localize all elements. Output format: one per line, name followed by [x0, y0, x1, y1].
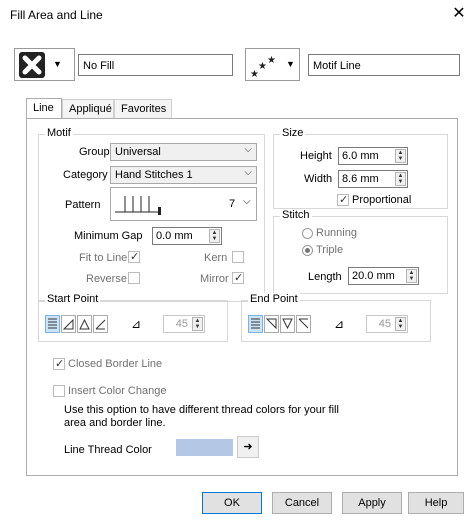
svg-text:★: ★ [258, 61, 267, 72]
start-align-left-icon[interactable] [45, 315, 60, 333]
category-value: Hand Stitches 1 [115, 169, 193, 181]
running-radio[interactable] [302, 228, 313, 239]
pattern-select[interactable]: 7 ⌵ [110, 187, 257, 221]
spin-buttons[interactable]: ▲ ▼ [395, 172, 406, 186]
length-label: Length [308, 271, 342, 283]
start-align-right-icon[interactable] [61, 315, 76, 333]
palette-icon[interactable]: ➜ [237, 436, 259, 458]
kern-label: Kern [204, 252, 228, 264]
apply-button[interactable]: Apply [342, 492, 402, 514]
min-gap-input[interactable]: 0.0 mm ▲ ▼ [152, 227, 222, 245]
spin-buttons[interactable]: ▲ ▼ [406, 269, 417, 283]
fill-name-field[interactable]: No Fill [78, 54, 233, 76]
size-group-label: Size [280, 127, 306, 139]
chevron-down-icon: ▼ [53, 59, 62, 69]
motif-group: Motif Group Universal ⌵ Category Hand St… [38, 127, 265, 302]
start-angle-value: 45 [175, 318, 188, 330]
closed-border-label: Closed Border Line [68, 358, 163, 370]
fill-area-line-dialog: Fill Area and Line ✕ ▼ No Fill ★ ★ ★ ▼ M… [0, 0, 473, 520]
proportional-label: Proportional [352, 194, 412, 206]
height-label: Height [300, 150, 332, 162]
start-align-slant-icon[interactable] [93, 315, 108, 333]
line-tab-panel: Motif Group Universal ⌵ Category Hand St… [26, 118, 458, 476]
title-bar: Fill Area and Line ✕ [0, 0, 473, 30]
thread-color-label: Line Thread Color [64, 444, 152, 456]
group-label: Group [79, 146, 110, 158]
chevron-down-icon: ⌵ [244, 167, 252, 178]
height-value: 6.0 mm [342, 150, 379, 162]
end-point-label: End Point [248, 293, 300, 305]
stitch-group-label: Stitch [280, 209, 312, 221]
hand-stitch-pattern-icon [115, 196, 161, 215]
start-point-group: Start Point ⊿ 45 ▲ ▼ [38, 293, 228, 342]
start-align-center-icon[interactable] [77, 315, 92, 333]
no-fill-icon [19, 52, 45, 78]
category-select[interactable]: Hand Stitches 1 ⌵ [110, 166, 257, 184]
width-value: 8.6 mm [342, 173, 379, 185]
size-group: Size Height 6.0 mm ▲▼ Width 8.6 mm ▲▼ Pr… [273, 127, 448, 209]
info-text: Use this option to have different thread… [64, 404, 339, 429]
length-value: 20.0 mm [352, 270, 395, 282]
fit-to-line-checkbox[interactable] [128, 250, 140, 263]
chevron-down-icon: ▼ [286, 59, 295, 69]
pattern-number: 7 [229, 198, 236, 210]
min-gap-label: Minimum Gap [74, 230, 143, 242]
height-input[interactable]: 6.0 mm ▲ ▼ [338, 147, 408, 165]
spin-buttons[interactable]: ▲ ▼ [192, 317, 203, 331]
min-gap-value: 0.0 mm [156, 230, 193, 242]
mirror-label: Mirror [200, 273, 229, 285]
cancel-button[interactable]: Cancel [272, 492, 332, 514]
close-icon[interactable]: ✕ [449, 4, 469, 24]
stitch-group: Stitch Running Triple Length 20.0 mm ▲ ▼ [273, 209, 448, 294]
closed-border-checkbox[interactable] [53, 357, 65, 370]
pattern-label: Pattern [65, 199, 101, 211]
kern-checkbox[interactable] [232, 251, 244, 263]
tab-line[interactable]: Line [26, 98, 62, 120]
help-button[interactable]: Help [408, 492, 464, 514]
spin-buttons[interactable]: ▲ ▼ [209, 229, 220, 243]
running-label: Running [316, 227, 357, 239]
end-angle-value: 45 [378, 318, 391, 330]
window-title: Fill Area and Line [10, 8, 103, 22]
motif-stars-icon: ★ ★ ★ [249, 52, 279, 80]
width-label: Width [304, 173, 333, 185]
proportional-checkbox[interactable] [337, 193, 349, 206]
reverse-label: Reverse [86, 273, 127, 285]
line-name-field[interactable]: Motif Line [308, 54, 460, 76]
end-angle-input[interactable]: 45 ▲ ▼ [366, 315, 408, 333]
line-type-button[interactable]: ★ ★ ★ ▼ [245, 48, 300, 81]
motif-group-label: Motif [45, 127, 73, 139]
category-label: Category [63, 169, 108, 181]
insert-color-label: Insert Color Change [68, 385, 167, 397]
tab-applique[interactable]: Appliqué [62, 99, 114, 119]
angle-icon: ⊿ [131, 317, 142, 331]
start-point-label: Start Point [45, 293, 101, 305]
length-input[interactable]: 20.0 mm ▲ ▼ [348, 267, 419, 285]
group-value: Universal [115, 146, 161, 158]
group-select[interactable]: Universal ⌵ [110, 143, 257, 161]
end-align-right-icon[interactable] [264, 315, 279, 333]
triple-label: Triple [316, 244, 344, 256]
end-point-group: End Point ⊿ 45 ▲ ▼ [241, 293, 431, 342]
ok-button[interactable]: OK [202, 492, 262, 514]
chevron-down-icon: ⌵ [244, 144, 252, 155]
triple-radio[interactable] [302, 245, 313, 256]
end-align-left-icon[interactable] [248, 315, 263, 333]
insert-color-checkbox[interactable] [53, 385, 65, 397]
mirror-checkbox[interactable] [232, 271, 244, 284]
spin-buttons[interactable]: ▲ ▼ [395, 149, 406, 163]
fill-type-button[interactable]: ▼ [14, 48, 75, 81]
reverse-checkbox[interactable] [128, 272, 140, 284]
svg-text:★: ★ [267, 55, 276, 66]
width-input[interactable]: 8.6 mm ▲ ▼ [338, 170, 408, 188]
tab-favorites[interactable]: Favorites [114, 99, 172, 119]
end-align-center-icon[interactable] [280, 315, 295, 333]
thread-color-swatch[interactable] [176, 439, 233, 456]
start-angle-input[interactable]: 45 ▲ ▼ [163, 315, 205, 333]
end-align-slant-icon[interactable] [296, 315, 311, 333]
angle-icon: ⊿ [334, 317, 345, 331]
fit-to-line-label: Fit to Line [79, 252, 128, 264]
spin-buttons[interactable]: ▲ ▼ [395, 317, 406, 331]
chevron-down-icon: ⌵ [243, 196, 251, 207]
